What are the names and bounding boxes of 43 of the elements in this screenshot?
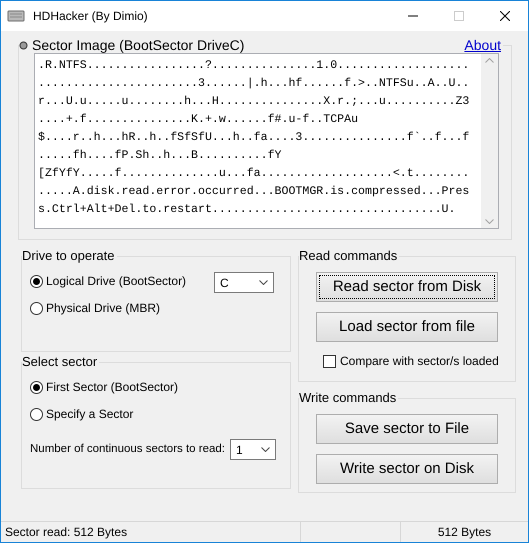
sector-count-dropdown[interactable]: 1	[230, 439, 276, 460]
status-text: 512 Bytes	[438, 524, 492, 541]
close-icon[interactable]	[500, 11, 510, 21]
minimize-icon[interactable]	[408, 15, 418, 17]
about-link[interactable]: About	[462, 37, 503, 53]
group-title: Read commands	[299, 248, 398, 264]
hex-text-line: s.Ctrl+Alt+Del.to.restart.................................U.	[38, 202, 456, 218]
caret-icon	[261, 447, 270, 452]
window-title: HDHacker (By Dimio)	[33, 8, 149, 25]
dropdown-value: C	[220, 274, 229, 292]
checkbox[interactable]	[323, 354, 336, 368]
hex-text-line: .......................3......|.h...hf......f.>..NTFSu..A..U..	[38, 76, 470, 92]
radio-label: Logical Drive (BootSector)	[46, 273, 186, 290]
hex-text-line: $....r..h...hR..h..fSfSfU...h..fa....3...............f`..f...f	[38, 130, 470, 146]
radio-button[interactable]	[30, 274, 43, 288]
sector-text-area[interactable]	[34, 53, 499, 229]
hard-drive-icon	[7, 9, 25, 23]
hex-text-line: .....A.disk.read.error.occurred...BOOTMGR.is.compressed...Pres	[38, 184, 470, 200]
radio-button[interactable]	[30, 380, 43, 394]
command-button[interactable]: Load sector from file	[316, 312, 498, 342]
group-title: Sector Image (BootSector DriveC)	[32, 37, 246, 53]
bullet-icon	[19, 40, 28, 50]
group-title: Select sector	[22, 354, 98, 370]
radio-label: Physical Drive (MBR)	[46, 300, 160, 317]
hex-text-line: [ZfYfY.....f..............u...fa...................<.t........	[38, 166, 470, 182]
radio-button[interactable]	[30, 302, 43, 314]
command-button[interactable]: Write sector on Disk	[316, 454, 498, 484]
caret-icon	[259, 280, 268, 285]
command-button[interactable]: Save sector to File	[316, 414, 498, 444]
radio-label: Specify a Sector	[46, 406, 134, 423]
group-title: Write commands	[299, 390, 398, 406]
hex-text-line: r...U.u.....u........h...H...............X.r.;...u..........Z3	[38, 94, 470, 110]
group-title: Drive to operate	[22, 248, 116, 264]
checkbox-label: Compare with sector/s loaded	[340, 353, 499, 370]
hex-text-line: ....+.f...............K.+.w......f#.u-f..TCPAu	[38, 112, 358, 128]
drive-dropdown[interactable]: C	[214, 272, 274, 293]
hex-text-line: .R.NTFS.................?...............1.0...................	[38, 58, 470, 74]
hex-text-line: .....fh....fP.Sh..h...B..........fY	[38, 148, 282, 164]
status-text: Sector read: 512 Bytes	[5, 524, 128, 541]
command-button[interactable]: Read sector from Disk	[316, 272, 498, 302]
radio-label: First Sector (BootSector)	[46, 379, 178, 396]
field-label: Number of continuous sectors to read:	[30, 442, 225, 457]
radio-button[interactable]	[30, 408, 43, 420]
